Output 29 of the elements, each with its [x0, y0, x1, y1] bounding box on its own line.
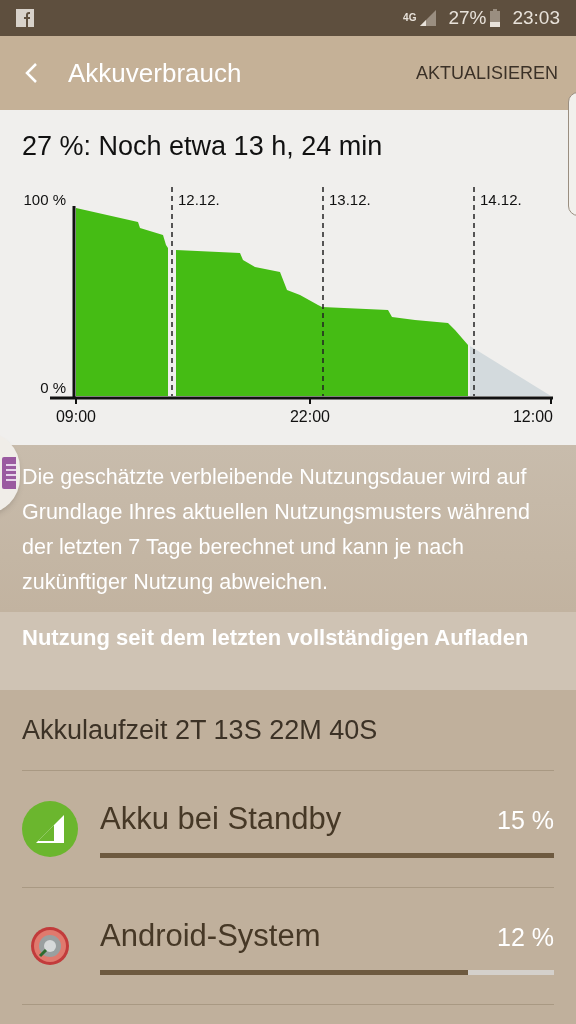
axis-label: 0 % — [40, 379, 66, 396]
signal-icon — [420, 10, 437, 26]
date-label: 13.12. — [329, 191, 371, 208]
signal-icon — [22, 801, 78, 857]
usage-row[interactable]: Android-System 12 % — [22, 888, 554, 1005]
description-text: Die geschätzte verbleibende Nutzungsdauer wird auf Grundlage Ihres aktuellen Nutzungsmusters während der letzten 7 Tage berechnet und kann je nach zukünftiger Nutzung abweichen. — [22, 464, 531, 596]
date-label: 12.12. — [178, 191, 220, 208]
clock: 23:03 — [512, 5, 560, 30]
remaining-time: 27 %: Noch etwa 13 h, 24 min — [21, 130, 384, 163]
battery-runtime: Akkulaufzeit 2T 13S 22M 40S — [22, 713, 378, 747]
screen-title: Akkuverbrauch — [68, 56, 242, 90]
usage-row[interactable]: Akku bei Standby 15 % — [22, 771, 554, 888]
battery-icon — [490, 9, 501, 27]
document-icon — [2, 457, 16, 489]
usage-percent: 12 % — [497, 922, 554, 954]
app-name: Akku bei Standby — [100, 800, 342, 839]
section-title: Nutzung seit dem letzten vollständigen Aufladen — [22, 625, 529, 650]
date-label: 14.12. — [480, 191, 522, 208]
facebook-icon — [16, 9, 34, 27]
network-type: 4G — [403, 13, 417, 23]
axis-label: 22:00 — [290, 408, 330, 425]
usage-percent: 15 % — [497, 805, 554, 837]
axis-label: 100 % — [23, 191, 66, 208]
battery-percent: 27% — [448, 5, 487, 30]
refresh-button[interactable]: AKTUALISIEREN — [415, 59, 558, 87]
app-name: Android-System — [100, 917, 321, 956]
axis-label: 12:00 — [512, 408, 553, 425]
axis-label: 09:00 — [56, 408, 96, 425]
back-icon — [24, 62, 38, 84]
